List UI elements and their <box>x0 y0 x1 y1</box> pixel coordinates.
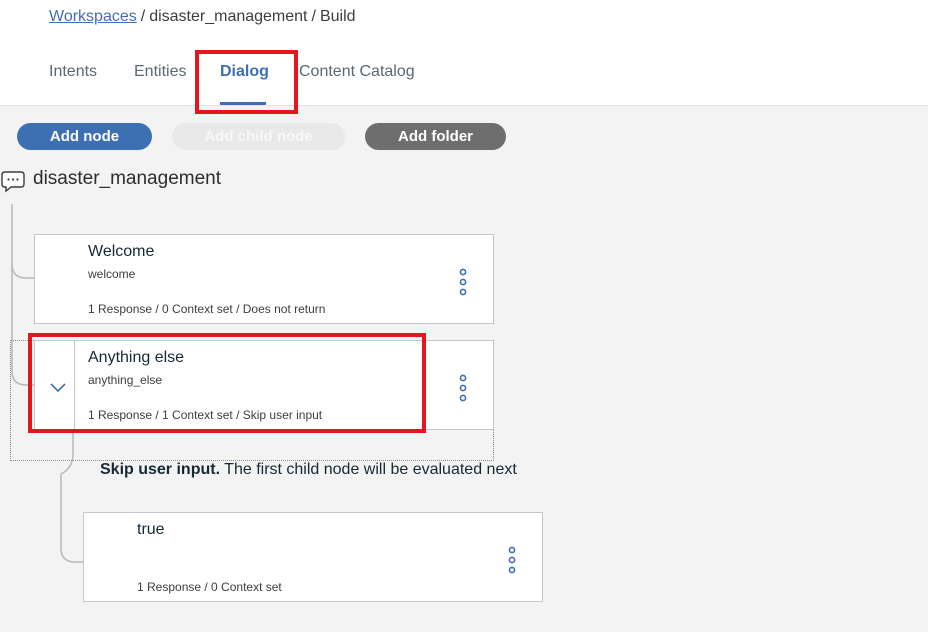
chat-bubble-icon <box>1 171 25 193</box>
dialog-node-anything-else[interactable]: Anything else anything_else 1 Response /… <box>34 340 494 430</box>
chevron-down-icon <box>50 383 66 393</box>
node-summary: 1 Response / 0 Context set / Does not re… <box>88 302 326 316</box>
node-title: Welcome <box>88 243 155 260</box>
node-expand-toggle[interactable] <box>35 341 75 429</box>
node-summary: 1 Response / 1 Context set / Skip user i… <box>88 408 323 422</box>
breadcrumb-separator: / <box>140 8 146 25</box>
skip-user-input-note: Skip user input. The first child node wi… <box>100 461 517 479</box>
node-title: Anything else <box>88 349 185 366</box>
dialog-child-node-true[interactable]: true 1 Response / 0 Context set <box>83 512 543 602</box>
tab-entities[interactable]: Entities <box>134 63 186 81</box>
tab-intents[interactable]: Intents <box>49 63 97 81</box>
breadcrumb-workspaces-link[interactable]: Workspaces <box>49 8 137 25</box>
dialog-node-welcome[interactable]: Welcome welcome 1 Response / 0 Context s… <box>34 234 494 324</box>
skip-note-text: The first child node will be evaluated n… <box>224 461 517 478</box>
breadcrumb-workspace-name: disaster_management <box>149 8 308 25</box>
breadcrumb-section: Build <box>319 8 356 25</box>
skip-note-bold: Skip user input. <box>100 461 221 478</box>
active-tab-indicator <box>220 102 266 105</box>
node-summary: 1 Response / 0 Context set <box>137 580 282 594</box>
node-condition: anything_else <box>88 373 163 387</box>
add-child-node-button: Add child node <box>172 123 345 150</box>
tab-dialog[interactable]: Dialog <box>220 63 269 81</box>
page-header: Workspaces / disaster_management / Build Int… <box>0 0 928 106</box>
watson-assistant-dialog-page: Workspaces / disaster_management / Build Int… <box>0 0 928 632</box>
add-node-button[interactable]: Add node <box>17 123 152 150</box>
breadcrumb-separator: / <box>311 8 316 25</box>
tab-bar: Intents Entities Dialog Content Catalog <box>0 55 928 105</box>
node-options-icon[interactable] <box>506 546 518 574</box>
add-folder-button[interactable]: Add folder <box>365 123 506 150</box>
node-title: true <box>137 521 165 538</box>
dialog-root-name: disaster_management <box>33 168 221 189</box>
dialog-canvas: Add node Add child node Add folder disas… <box>0 106 928 632</box>
node-options-icon[interactable] <box>457 268 469 296</box>
node-condition: welcome <box>88 267 136 281</box>
breadcrumb: Workspaces / disaster_management / Build <box>49 8 356 26</box>
tab-content-catalog[interactable]: Content Catalog <box>299 63 415 81</box>
node-options-icon[interactable] <box>457 374 469 402</box>
